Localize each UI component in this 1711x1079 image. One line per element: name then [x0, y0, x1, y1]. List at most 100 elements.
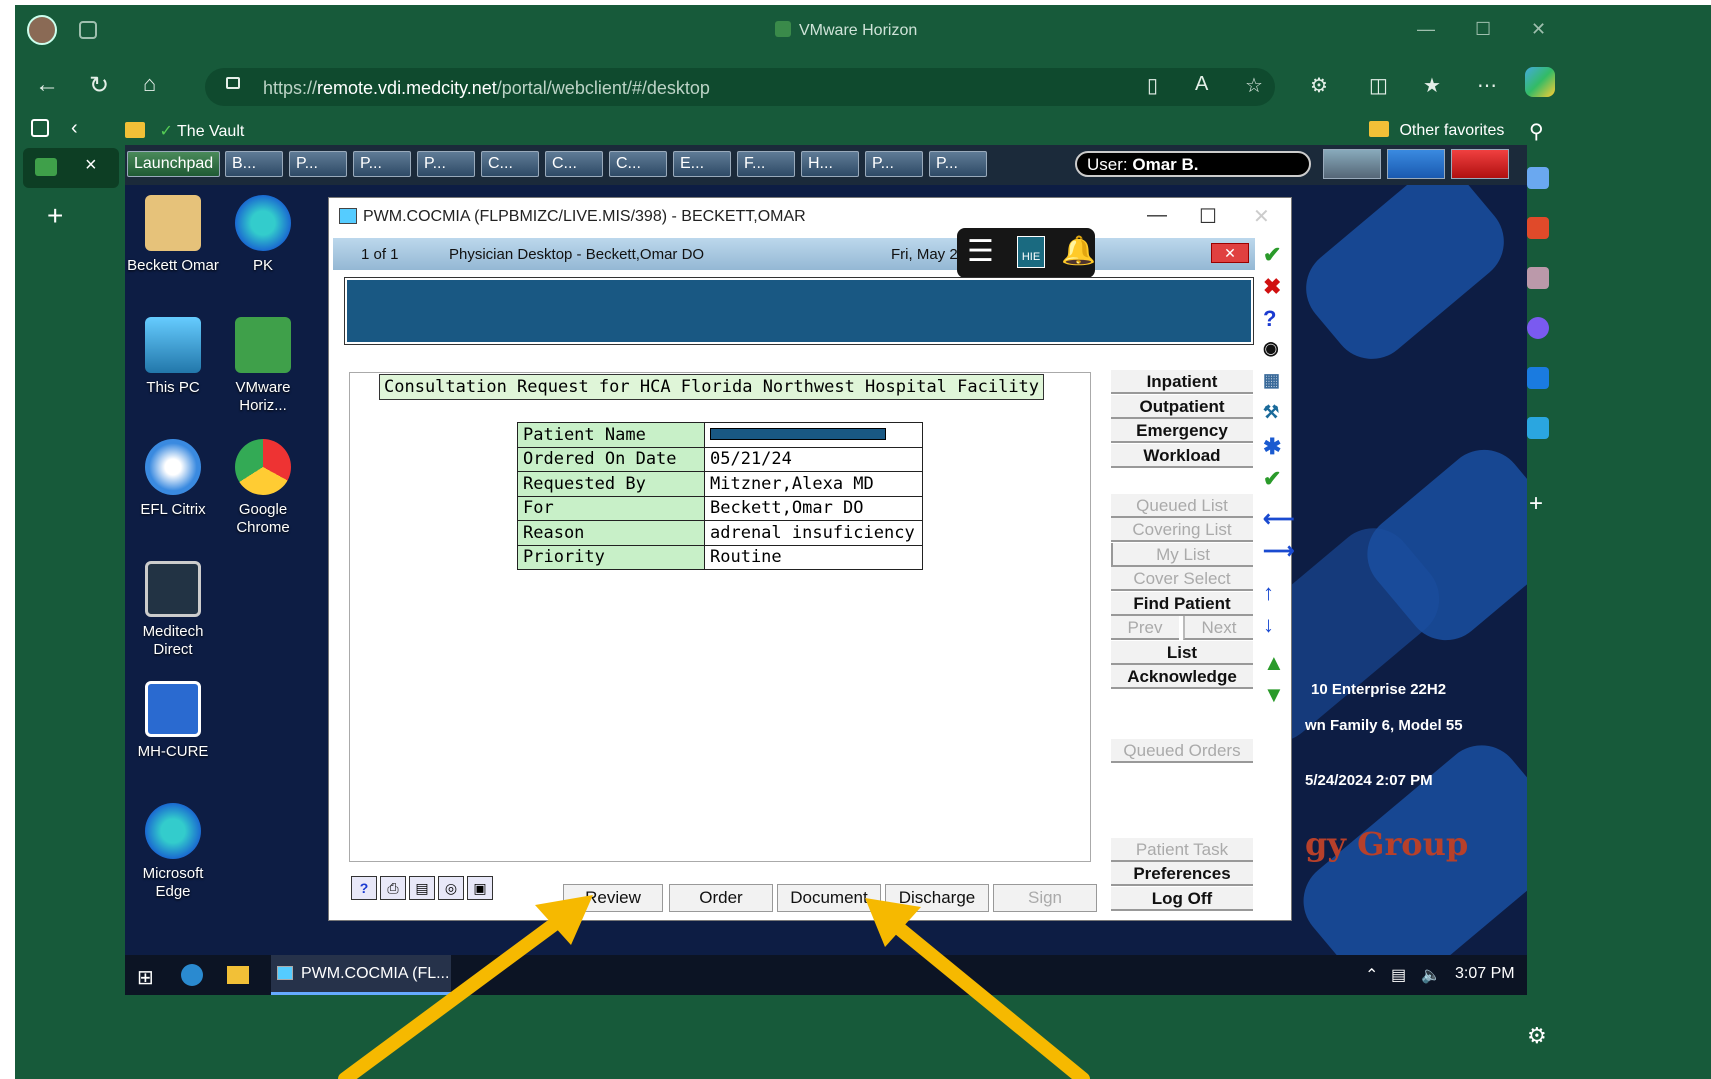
- launch-tab[interactable]: P...: [417, 151, 475, 177]
- explorer-icon[interactable]: [227, 966, 249, 984]
- refresh-icon[interactable]: ↻: [89, 71, 109, 100]
- discharge-button[interactable]: Discharge: [885, 884, 989, 912]
- lock-launch-icon[interactable]: [1323, 149, 1381, 179]
- bell-icon[interactable]: 🔔: [1061, 234, 1096, 267]
- volume-icon[interactable]: 🔈: [1421, 965, 1441, 985]
- tools-icon[interactable]: ⚒: [1263, 402, 1279, 423]
- desktop-icon-chrome[interactable]: Google Chrome: [215, 439, 311, 537]
- inpatient-button[interactable]: Inpatient: [1111, 370, 1253, 394]
- print-icon[interactable]: ⎙: [380, 876, 406, 900]
- profile-avatar[interactable]: [27, 15, 57, 45]
- address-bar[interactable]: https://remote.vdi.medcity.net/portal/we…: [205, 68, 1275, 106]
- close-icon[interactable]: ✕: [1531, 19, 1546, 40]
- launch-tab[interactable]: P...: [865, 151, 923, 177]
- launch-tab[interactable]: C...: [481, 151, 539, 177]
- acknowledge-button[interactable]: Acknowledge: [1111, 665, 1253, 689]
- more-icon[interactable]: ⋯: [1477, 73, 1497, 98]
- patient-task-button[interactable]: Patient Task: [1111, 838, 1253, 862]
- launch-tab[interactable]: H...: [801, 151, 859, 177]
- app-maximize-icon[interactable]: ☐: [1199, 204, 1217, 229]
- check-all-icon[interactable]: ✔: [1263, 466, 1281, 492]
- back-icon[interactable]: ←: [35, 71, 59, 99]
- run-icon[interactable]: [1387, 149, 1445, 179]
- fav-other[interactable]: Other favorites: [1369, 121, 1504, 140]
- settings-icon[interactable]: ⚙: [1527, 1023, 1547, 1049]
- read-aloud-icon[interactable]: A: [1195, 73, 1208, 96]
- copilot-side-icon[interactable]: [1527, 317, 1549, 339]
- launch-tab[interactable]: F...: [737, 151, 795, 177]
- log-off-button[interactable]: Log Off: [1111, 887, 1253, 911]
- launch-tab[interactable]: C...: [609, 151, 667, 177]
- grid-icon[interactable]: ▦: [1263, 370, 1280, 391]
- exit-icon[interactable]: [1451, 149, 1509, 179]
- covering-list-button[interactable]: Covering List: [1111, 518, 1253, 542]
- workspaces-icon[interactable]: [79, 21, 97, 39]
- desktop-icon-vmware[interactable]: VMware Horiz...: [215, 317, 311, 415]
- maximize-icon[interactable]: ☐: [1475, 19, 1491, 40]
- order-button[interactable]: Order: [669, 884, 773, 912]
- launchpad-button[interactable]: Launchpad: [127, 151, 221, 177]
- favorite-star-icon[interactable]: ☆: [1245, 73, 1263, 98]
- desktop-icon-citrix[interactable]: EFL Citrix: [125, 439, 221, 519]
- arrow-down-icon[interactable]: ↓: [1263, 612, 1274, 638]
- question-icon[interactable]: ?: [1263, 306, 1276, 332]
- workload-button[interactable]: Workload: [1111, 444, 1253, 468]
- clipboard-icon[interactable]: ▯: [1147, 73, 1158, 98]
- launch-tab[interactable]: B...: [225, 151, 283, 177]
- check-icon[interactable]: ✔: [1263, 242, 1281, 268]
- my-list-button[interactable]: My List: [1111, 543, 1253, 567]
- scroll-down-icon[interactable]: ▼: [1263, 682, 1285, 708]
- fav-vault[interactable]: ✓ The Vault: [125, 121, 244, 141]
- prev-button[interactable]: Prev: [1111, 616, 1179, 640]
- emergency-button[interactable]: Emergency: [1111, 419, 1253, 443]
- desktop-icon-pk[interactable]: PK: [215, 195, 311, 275]
- desktop-icon-meditech[interactable]: Meditech Direct: [125, 561, 221, 659]
- clock[interactable]: 3:07 PM: [1455, 965, 1515, 983]
- hie-icon[interactable]: HIE: [1017, 236, 1045, 268]
- close-tab-icon[interactable]: ×: [85, 154, 97, 177]
- arrow-up-icon[interactable]: ↑: [1263, 580, 1274, 606]
- asterisk-icon[interactable]: ✱: [1263, 434, 1281, 460]
- launch-tab[interactable]: P...: [929, 151, 987, 177]
- globe-icon[interactable]: ◎: [438, 876, 464, 900]
- arrow-right-icon[interactable]: ⟶: [1263, 538, 1295, 564]
- notes-icon[interactable]: ▤: [409, 876, 435, 900]
- preferences-button[interactable]: Preferences: [1111, 862, 1253, 886]
- binoculars-icon[interactable]: ◉: [1263, 338, 1279, 359]
- list-button[interactable]: List: [1111, 641, 1253, 665]
- cover-select-button[interactable]: Cover Select: [1111, 567, 1253, 591]
- add-sidebar-icon[interactable]: +: [1529, 490, 1543, 518]
- toolbox-icon[interactable]: [1527, 217, 1549, 239]
- launch-tab[interactable]: E...: [673, 151, 731, 177]
- split-screen-icon[interactable]: ◫: [1369, 73, 1388, 98]
- extensions-icon[interactable]: ⚙: [1310, 73, 1328, 98]
- queued-list-button[interactable]: Queued List: [1111, 494, 1253, 518]
- review-button[interactable]: Review: [563, 884, 663, 912]
- desktop-icon-edge[interactable]: Microsoft Edge: [125, 803, 221, 901]
- taskbar-app[interactable]: PWM.COCMIA (FL...: [271, 955, 451, 995]
- scroll-up-icon[interactable]: ▲: [1263, 650, 1285, 676]
- favorites-icon[interactable]: ★: [1423, 73, 1441, 98]
- header-close-icon[interactable]: ✕: [1211, 243, 1249, 263]
- desktop-icon-mhcure[interactable]: MH-CURE: [125, 681, 221, 761]
- tag-icon[interactable]: [1527, 167, 1549, 189]
- send-icon[interactable]: [1527, 417, 1549, 439]
- tray-chevron-icon[interactable]: ⌃: [1365, 965, 1378, 985]
- lock-icon[interactable]: [226, 77, 240, 89]
- edge-taskbar-icon[interactable]: [181, 964, 203, 986]
- copilot-icon[interactable]: [1525, 67, 1555, 97]
- cancel-icon[interactable]: ✖: [1263, 274, 1281, 300]
- desktop-icon-beckett[interactable]: Beckett Omar: [125, 195, 221, 275]
- launch-tab[interactable]: C...: [545, 151, 603, 177]
- minimize-icon[interactable]: —: [1417, 19, 1435, 40]
- queued-orders-button[interactable]: Queued Orders: [1111, 739, 1253, 763]
- outpatient-button[interactable]: Outpatient: [1111, 395, 1253, 419]
- games-icon[interactable]: [1527, 267, 1549, 289]
- hamburger-icon[interactable]: ☰: [967, 234, 994, 269]
- collapse-icon[interactable]: ‹: [71, 117, 78, 140]
- app-minimize-icon[interactable]: —: [1147, 204, 1167, 227]
- app-close-icon[interactable]: ✕: [1253, 204, 1270, 229]
- next-button[interactable]: Next: [1183, 616, 1253, 640]
- lock-app-icon[interactable]: ▣: [467, 876, 493, 900]
- arrow-left-icon[interactable]: ⟵: [1263, 506, 1295, 532]
